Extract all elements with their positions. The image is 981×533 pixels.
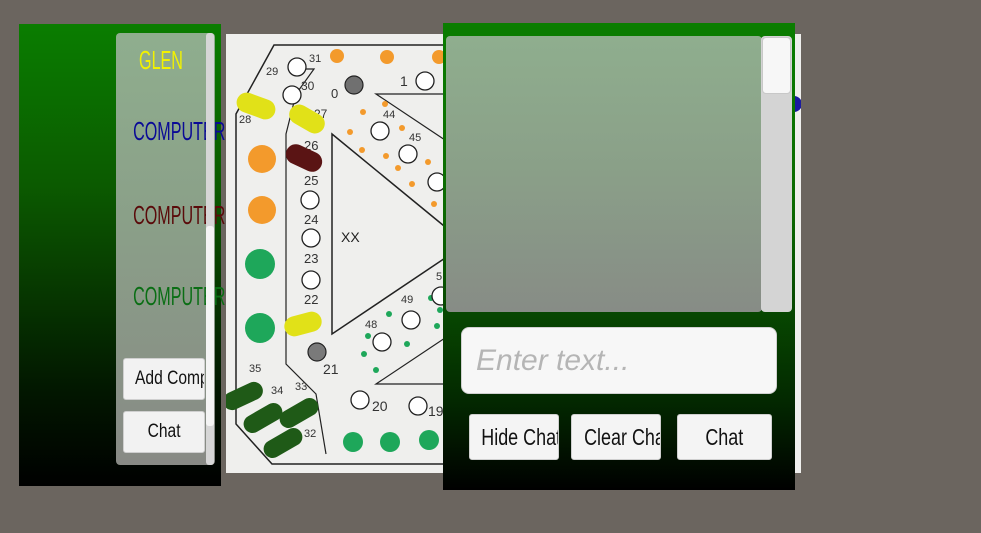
hole-number: 24 [304,212,318,227]
gray-hole[interactable] [344,75,364,95]
hole-number: 28 [239,114,251,126]
send-chat-button[interactable]: Chat [677,414,772,460]
players-panel: GLEN COMPUTER COMPUTER COMPUTER Add Comp… [19,24,226,486]
scrollbar-thumb[interactable] [206,226,214,426]
hole-number: 0 [331,86,338,101]
chat-scrollbar[interactable] [761,36,792,312]
player-name: COMPUTER [133,116,226,146]
hole-number: 48 [365,319,377,331]
hole-number: 35 [249,363,261,375]
hole-number: 49 [401,294,413,306]
scrollbar-thumb[interactable] [762,37,791,94]
orange-start[interactable] [380,50,394,64]
chat-input[interactable] [461,327,777,394]
hole-number: 32 [304,428,316,440]
chat-button[interactable]: Chat [123,411,205,453]
hole-number: 44 [383,109,395,121]
hole-number: 23 [304,251,318,266]
hole-number: 20 [372,398,388,414]
hole-number: 25 [304,173,318,188]
orange-home[interactable] [248,145,276,173]
clear-chat-label: Clear Chat [584,424,660,450]
green-home[interactable] [245,313,275,343]
player-list: GLEN COMPUTER COMPUTER COMPUTER [116,33,226,465]
hole-number: 33 [295,381,307,393]
green-start[interactable] [380,432,400,452]
hole-number: 30 [301,79,315,93]
chat-panel: Hide Chat Clear Chat Chat [443,23,795,490]
hole-number: 29 [266,66,278,78]
dark-green-peg [279,398,319,428]
send-chat-label: Chat [705,424,744,450]
hole-number: 1 [400,73,408,89]
hole-number: 22 [304,292,318,307]
green-start[interactable] [343,432,363,452]
yellow-peg [284,311,322,337]
dark-green-peg [226,381,263,411]
dark-green-peg [243,403,283,433]
orange-start[interactable] [330,49,344,63]
player-name: COMPUTER [133,200,226,230]
chat-log [446,36,762,312]
orange-home[interactable] [248,196,276,224]
hide-chat-button[interactable]: Hide Chat [469,414,559,460]
dark-green-peg [263,428,303,458]
hole-number: 21 [323,361,339,377]
hole-number: 45 [409,132,421,144]
chat-button-label: Chat [147,421,181,442]
hide-chat-label: Hide Chat [481,424,559,450]
hole-number: 19 [428,403,444,419]
add-computer-label: Add Computer [135,368,205,389]
green-start[interactable] [419,430,439,450]
green-home[interactable] [245,249,275,279]
player-name: COMPUTER [133,281,226,311]
clear-chat-button[interactable]: Clear Chat [571,414,661,460]
player-list-scrollbar[interactable] [206,33,214,465]
player-name: GLEN [139,45,183,75]
hole-number: 5 [436,271,442,283]
add-computer-button[interactable]: Add Computer [123,358,205,400]
gray-hole[interactable] [307,342,327,362]
hole-number: 34 [271,385,283,397]
hole-number: 31 [309,53,321,65]
center-label: XX [341,229,360,245]
